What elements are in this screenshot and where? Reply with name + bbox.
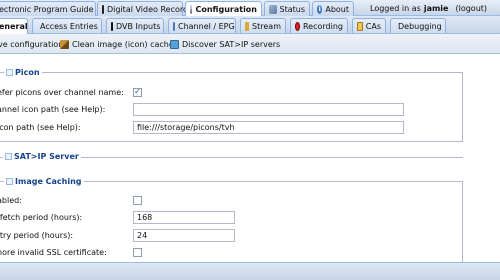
retry-period-input[interactable]: 24 <box>133 228 235 242</box>
tab-configuration[interactable]: Configuration <box>185 1 262 17</box>
tv-icon <box>111 21 113 31</box>
picon-path-row: icon path (see Help): file:///storage/pi… <box>0 120 457 134</box>
prefer-picons-label: efer picons over channel name: <box>0 87 124 97</box>
tab-dvb-inputs[interactable]: DVB Inputs <box>106 18 164 33</box>
satip-title: SAT>IP Server <box>14 152 79 161</box>
content-scroll-area <box>465 55 500 262</box>
ignore-ssl-row: nore invalid SSL certificate: <box>0 245 457 259</box>
broom-icon <box>60 39 69 49</box>
clean-cache-button[interactable]: Clean image (icon) cache <box>60 37 174 51</box>
prefer-picons-row: efer picons over channel name: ✓ <box>0 85 457 99</box>
info-icon: i <box>317 4 323 14</box>
collapse-toggle-icon[interactable] <box>6 178 13 185</box>
retry-period-label: -try period (hours): <box>0 230 74 240</box>
config-form: Picon efer picons over channel name: ✓ a… <box>0 55 500 262</box>
prefer-picons-checkbox[interactable]: ✓ <box>133 87 142 97</box>
tab-debugging-label: Debugging <box>398 21 442 31</box>
ignore-ssl-label: nore invalid SSL certificate: <box>0 247 107 257</box>
tab-epg[interactable]: ectronic Program Guide <box>0 1 96 16</box>
tab-stream[interactable]: Stream <box>240 18 286 33</box>
image-caching-fieldset: Image Caching abled: -fetch period (hour… <box>0 177 463 262</box>
tab-general-label: eneral <box>0 22 28 31</box>
caching-enabled-checkbox[interactable] <box>133 195 142 205</box>
discover-satip-label: Discover SAT>IP servers <box>182 39 281 49</box>
tab-status-label: Status <box>279 4 306 14</box>
tab-status[interactable]: Status <box>264 1 310 16</box>
login-prefix: Logged in as <box>370 3 421 13</box>
caching-enabled-row: abled: <box>0 193 457 207</box>
wrench-icon <box>190 5 193 14</box>
film-icon <box>102 4 104 14</box>
tab-access-entries[interactable]: Access Entries <box>32 18 102 33</box>
caching-enabled-label: abled: <box>0 195 22 205</box>
tab-cas[interactable]: CAs <box>352 18 386 33</box>
tab-dvb-inputs-label: DVB Inputs <box>116 21 161 31</box>
tab-channel-epg-label: Channel / EPG <box>178 21 235 31</box>
ignore-ssl-checkbox[interactable] <box>133 247 142 257</box>
save-configuration-label: ve configuration <box>0 39 64 49</box>
picon-legend[interactable]: Picon <box>4 68 42 77</box>
speaker-icon <box>245 21 250 31</box>
ca-icon <box>357 21 363 31</box>
status-icon <box>269 4 277 14</box>
tab-epg-label: ectronic Program Guide <box>0 4 94 14</box>
refetch-period-input[interactable]: 168 <box>133 210 235 224</box>
image-caching-title: Image Caching <box>15 177 82 186</box>
satip-fieldset: SAT>IP Server <box>0 152 463 161</box>
tab-dvr[interactable]: Digital Video Recorder <box>97 1 196 16</box>
discover-satip-button[interactable]: Discover SAT>IP servers <box>170 37 280 51</box>
picon-path-label: icon path (see Help): <box>0 122 81 132</box>
save-configuration-button[interactable]: ve configuration <box>0 37 63 51</box>
collapse-toggle-icon[interactable] <box>6 69 13 76</box>
satip-legend[interactable]: SAT>IP Server <box>3 152 81 161</box>
tab-debugging[interactable]: Debugging <box>390 18 446 33</box>
tab-recording-label: Recording <box>302 21 343 31</box>
login-user: jamie <box>423 3 449 13</box>
bottom-bar <box>0 262 500 280</box>
tab-recording[interactable]: Recording <box>290 18 348 33</box>
channel-icon-path-label: annel icon path (see Help): <box>0 104 106 114</box>
picon-path-input[interactable]: file:///storage/picons/tvh <box>133 120 404 134</box>
tab-dvr-label: Digital Video Recorder <box>107 4 197 14</box>
main-tab-bar: ectronic Program Guide Digital Video Rec… <box>0 0 500 17</box>
picon-title: Picon <box>15 68 40 77</box>
login-status: Logged in as jamie (logout) <box>370 2 487 14</box>
tab-general[interactable]: eneral <box>0 18 28 34</box>
expand-toggle-icon[interactable] <box>5 153 12 160</box>
record-icon <box>295 21 300 31</box>
image-caching-legend[interactable]: Image Caching <box>4 177 84 186</box>
tab-about[interactable]: i About <box>312 1 354 16</box>
channel-icon-path-row: annel icon path (see Help): <box>0 102 457 116</box>
tab-channel-epg[interactable]: Channel / EPG <box>168 18 236 33</box>
logout-link[interactable]: (logout) <box>455 4 487 13</box>
grid-icon <box>173 21 175 31</box>
picon-fieldset: Picon efer picons over channel name: ✓ a… <box>0 68 463 142</box>
retry-period-row: -try period (hours): 24 <box>0 228 457 242</box>
satellite-icon <box>170 39 179 49</box>
tab-cas-label: CAs <box>365 21 381 31</box>
tab-access-entries-label: Access Entries <box>40 21 98 31</box>
refetch-period-label: -fetch period (hours): <box>0 212 83 222</box>
tab-about-label: About <box>325 4 349 14</box>
config-toolbar: ve configuration Clean image (icon) cach… <box>0 34 500 54</box>
refetch-period-row: -fetch period (hours): 168 <box>0 210 457 224</box>
clean-cache-label: Clean image (icon) cache <box>72 39 174 49</box>
config-tab-bar: eneral Access Entries DVB Inputs Channel… <box>0 16 500 34</box>
tab-configuration-label: Configuration <box>195 5 257 14</box>
tab-stream-label: Stream <box>252 21 281 31</box>
channel-icon-path-input[interactable] <box>133 102 404 116</box>
